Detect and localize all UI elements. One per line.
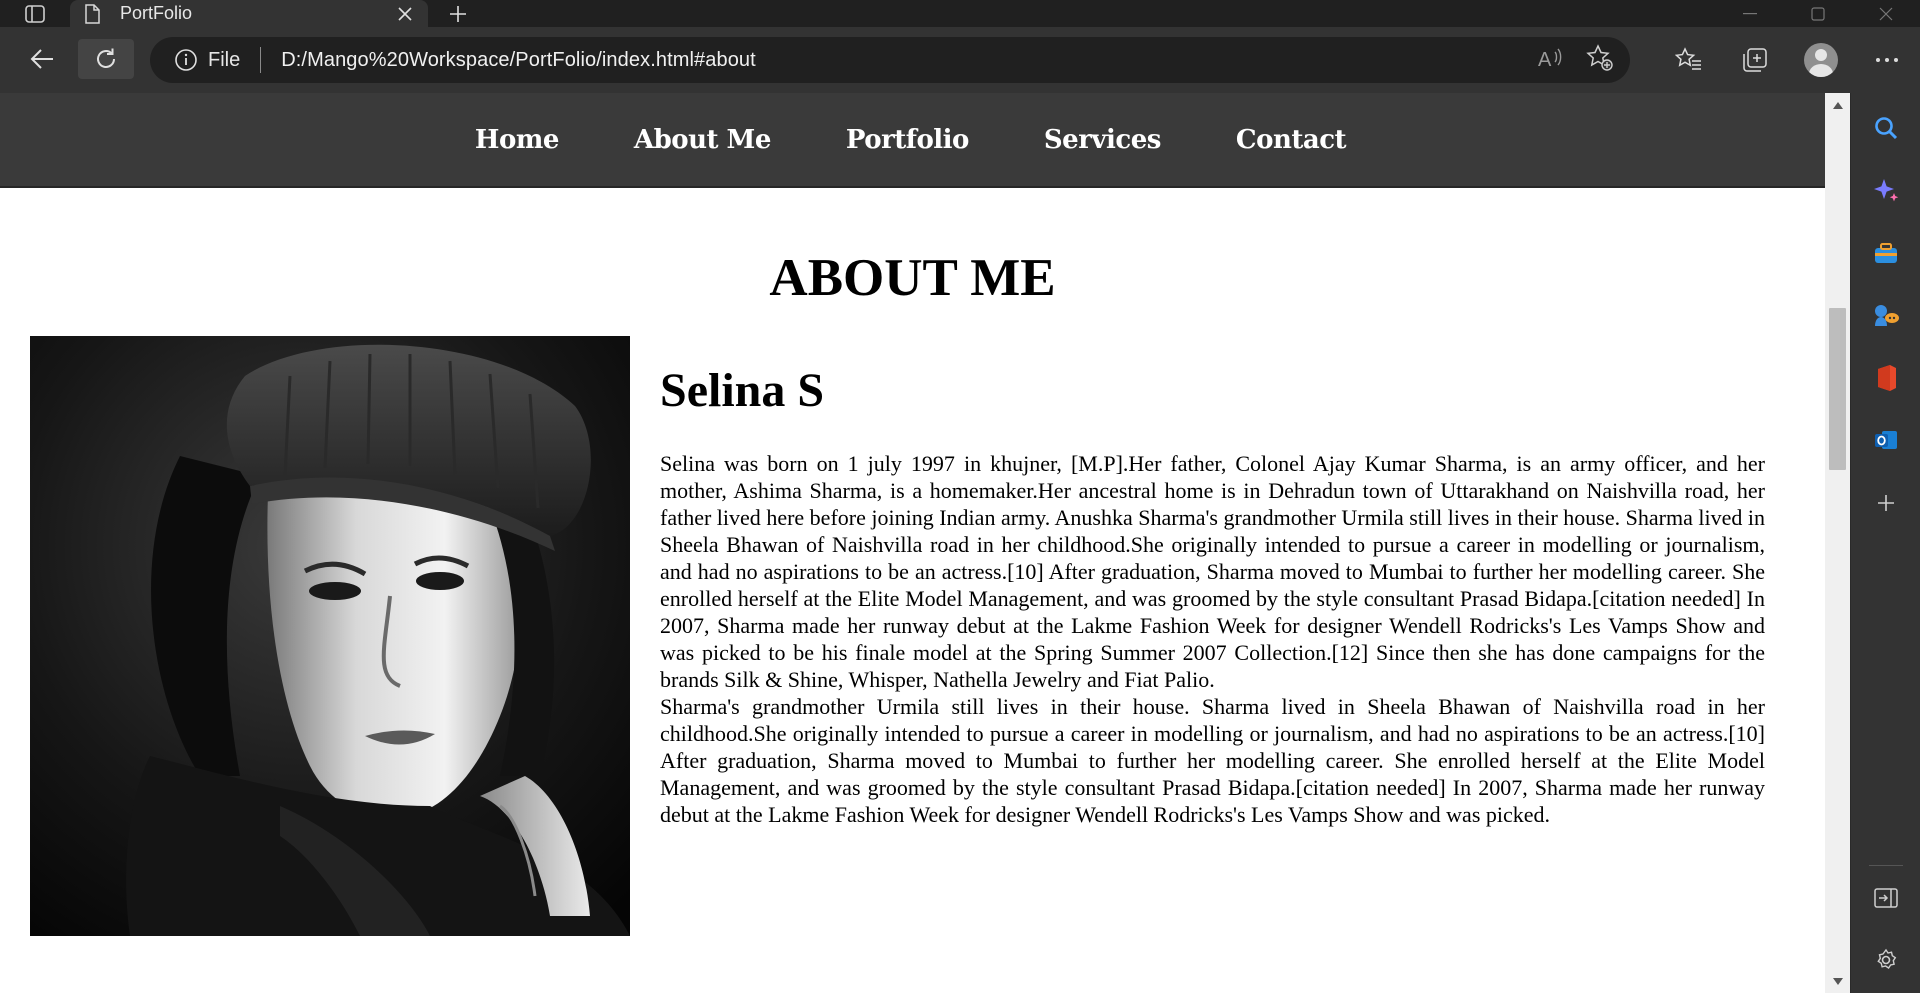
- close-icon[interactable]: [396, 5, 414, 23]
- tab-strip: PortFolio: [0, 0, 1920, 27]
- avatar: [1804, 43, 1838, 77]
- office-icon[interactable]: [1851, 353, 1920, 403]
- about-content: Selina S Selina was born on 1 july 1997 …: [660, 363, 1765, 828]
- scroll-thumb[interactable]: [1829, 308, 1846, 470]
- person-name: Selina S: [660, 364, 825, 417]
- scroll-up-icon[interactable]: [1825, 93, 1850, 117]
- nav-contact[interactable]: Contact: [1236, 125, 1347, 155]
- scheme-label: File: [208, 48, 241, 71]
- url-text[interactable]: D:/Mango%20Workspace/PortFolio/index.htm…: [281, 49, 756, 72]
- plus-icon[interactable]: [444, 0, 472, 27]
- favorites-icon[interactable]: [1656, 27, 1722, 93]
- browser-tab[interactable]: PortFolio: [70, 0, 428, 27]
- bio-text: Selina was born on 1 july 1997 in khujne…: [660, 450, 1765, 828]
- page-scrollbar[interactable]: [1825, 93, 1850, 993]
- add-icon[interactable]: [1851, 478, 1920, 528]
- section-heading: ABOUT ME: [769, 249, 1056, 307]
- bio-paragraph: Selina was born on 1 july 1997 in khujne…: [660, 451, 1765, 692]
- collections-icon[interactable]: [1722, 27, 1788, 93]
- reload-icon[interactable]: [78, 39, 134, 79]
- page-icon: [84, 3, 102, 24]
- search-icon[interactable]: [1851, 103, 1920, 153]
- address-divider: [260, 47, 262, 73]
- read-aloud-icon[interactable]: A: [1538, 46, 1564, 75]
- page-viewport: Home About Me Portfolio Services Contact…: [0, 93, 1825, 993]
- tab-title: PortFolio: [120, 3, 193, 23]
- nav-about-me[interactable]: About Me: [634, 125, 771, 155]
- profile-photo: [30, 336, 630, 936]
- minimize-icon[interactable]: [1716, 0, 1784, 27]
- restore-icon[interactable]: [1784, 0, 1852, 27]
- window-close-icon[interactable]: [1852, 0, 1920, 27]
- arrow-left-icon[interactable]: [14, 39, 70, 79]
- nav-home[interactable]: Home: [475, 125, 559, 155]
- tools-icon[interactable]: [1851, 228, 1920, 278]
- tab-actions-icon[interactable]: [0, 0, 70, 27]
- games-icon[interactable]: [1851, 290, 1920, 340]
- address-bar[interactable]: File D:/Mango%20Workspace/PortFolio/inde…: [150, 37, 1630, 83]
- browser-toolbar: File D:/Mango%20Workspace/PortFolio/inde…: [0, 27, 1920, 93]
- settings-icon[interactable]: [1851, 935, 1920, 985]
- outlook-icon[interactable]: [1851, 415, 1920, 465]
- edge-sidebar: [1850, 93, 1920, 993]
- site-nav: Home About Me Portfolio Services Contact: [0, 93, 1825, 188]
- info-icon[interactable]: [174, 48, 198, 72]
- copilot-icon[interactable]: [1851, 165, 1920, 215]
- scroll-down-icon[interactable]: [1825, 969, 1850, 993]
- window-controls: [1716, 0, 1920, 27]
- more-icon[interactable]: [1854, 27, 1920, 93]
- sidebar-divider: [1869, 865, 1903, 866]
- bio-paragraph: Sharma's grandmother Urmila still lives …: [660, 694, 1765, 827]
- profile-icon[interactable]: [1788, 27, 1854, 93]
- sidebar-collapse-icon[interactable]: [1851, 873, 1920, 923]
- star-add-icon[interactable]: [1586, 43, 1614, 77]
- nav-services[interactable]: Services: [1044, 125, 1162, 155]
- svg-text:A: A: [1538, 49, 1552, 70]
- nav-portfolio[interactable]: Portfolio: [846, 125, 970, 155]
